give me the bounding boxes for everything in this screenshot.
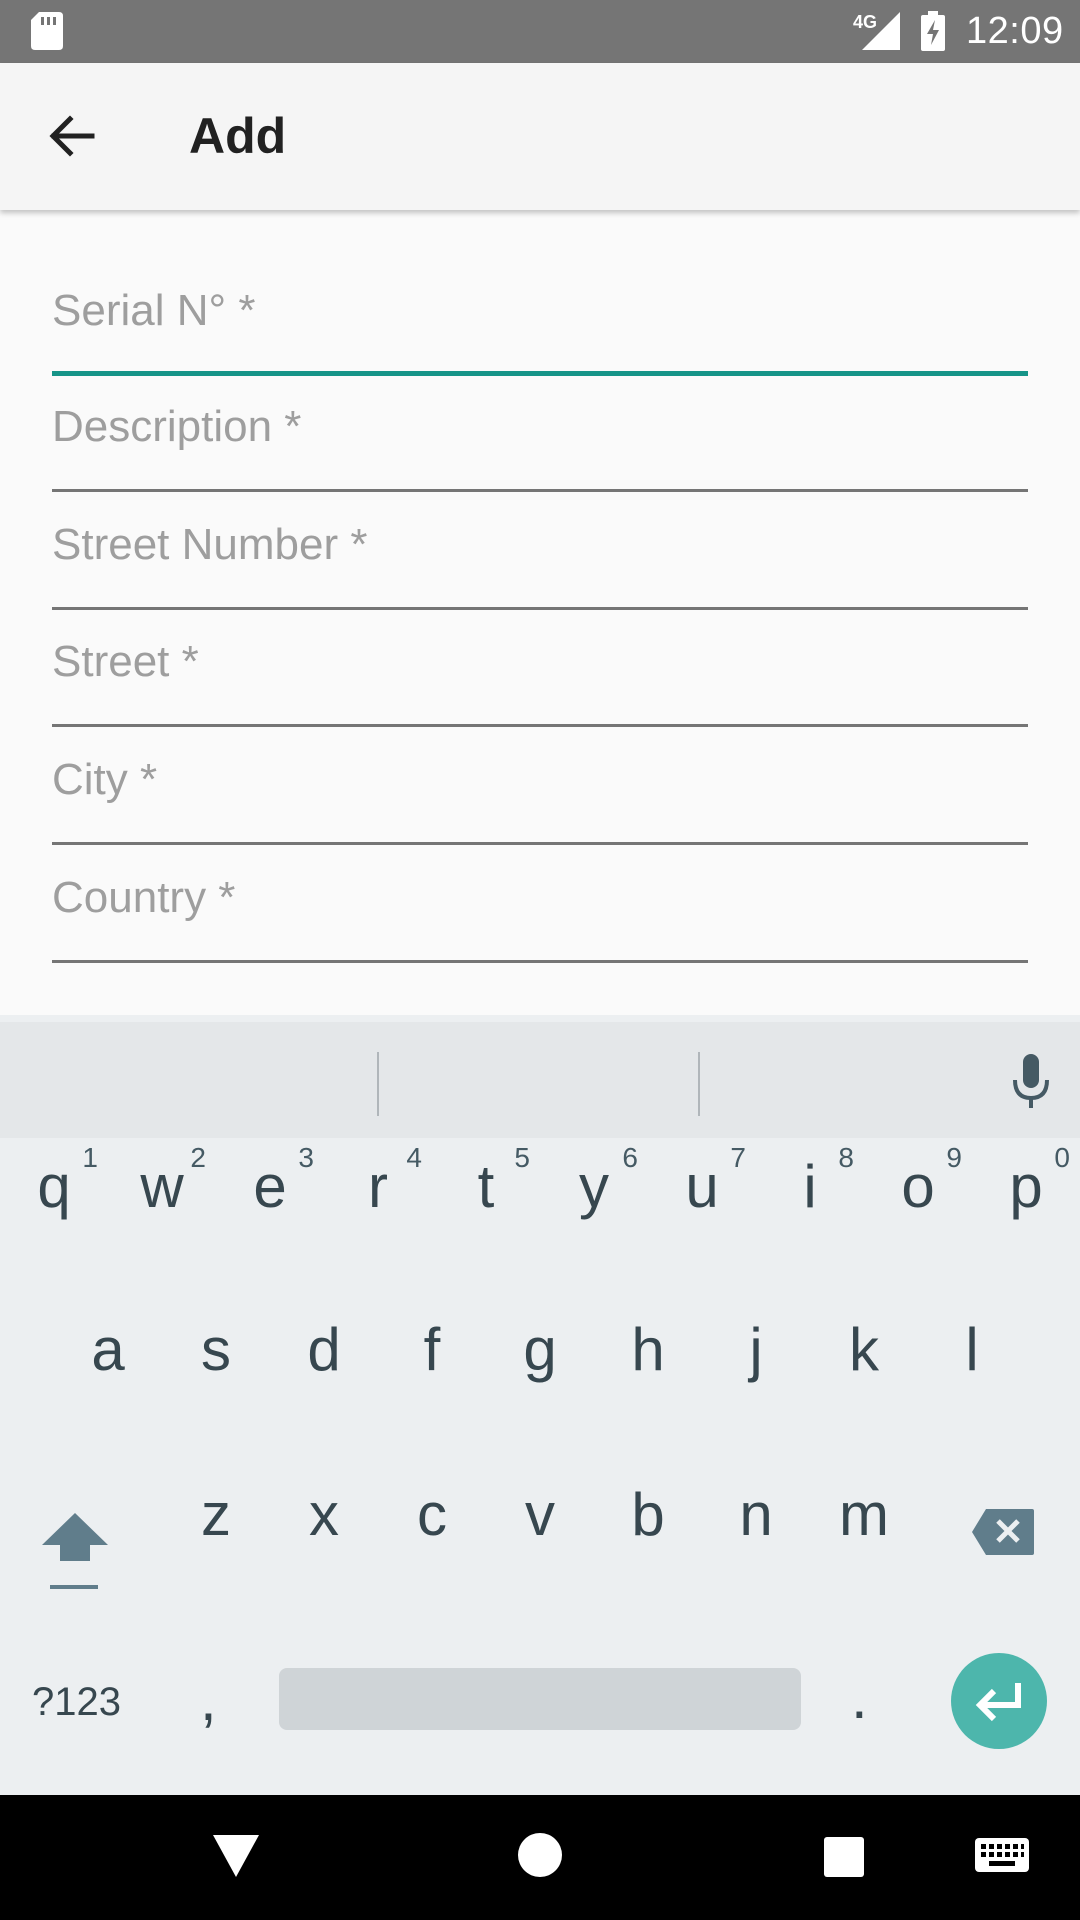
enter-icon bbox=[975, 1683, 1021, 1722]
key-t[interactable]: t5 bbox=[432, 1142, 540, 1262]
microphone-icon[interactable] bbox=[1011, 1054, 1051, 1110]
page-title: Add bbox=[189, 108, 287, 164]
key-hint: 0 bbox=[1054, 1142, 1070, 1173]
serial-number-field[interactable]: Serial N° * bbox=[52, 286, 1028, 376]
key-y[interactable]: y6 bbox=[540, 1142, 648, 1262]
key-p[interactable]: p0 bbox=[972, 1142, 1080, 1262]
key-q[interactable]: q1 bbox=[0, 1142, 108, 1262]
key-hint: 4 bbox=[406, 1142, 422, 1173]
street-number-placeholder: Street Number * bbox=[52, 520, 368, 569]
suggestion-strip bbox=[0, 1022, 1080, 1138]
suggestion-divider bbox=[377, 1052, 379, 1116]
key-s[interactable]: s bbox=[162, 1315, 270, 1425]
nav-recents-icon[interactable] bbox=[824, 1837, 864, 1877]
soft-keyboard: q1 w2 e3 r4 t5 y6 u7 i8 o9 p0 a s d f g … bbox=[0, 1015, 1080, 1795]
city-field[interactable]: City * bbox=[52, 755, 1028, 845]
key-hint: 6 bbox=[622, 1142, 638, 1173]
key-w[interactable]: w2 bbox=[108, 1142, 216, 1262]
arrow-back-icon[interactable] bbox=[44, 111, 104, 161]
key-g[interactable]: g bbox=[486, 1315, 594, 1425]
key-j[interactable]: j bbox=[702, 1315, 810, 1425]
key-h[interactable]: h bbox=[594, 1315, 702, 1425]
key-hint: 7 bbox=[730, 1142, 746, 1173]
key-x[interactable]: x bbox=[270, 1480, 378, 1590]
enter-button[interactable] bbox=[951, 1653, 1047, 1749]
backspace-icon[interactable] bbox=[970, 1507, 1036, 1557]
keyboard-icon[interactable] bbox=[975, 1838, 1029, 1876]
key-b[interactable]: b bbox=[594, 1480, 702, 1590]
key-hint: 3 bbox=[298, 1142, 314, 1173]
key-hint: 1 bbox=[82, 1142, 98, 1173]
street-field[interactable]: Street * bbox=[52, 637, 1028, 727]
field-underline bbox=[52, 960, 1028, 963]
street-number-field[interactable]: Street Number * bbox=[52, 520, 1028, 610]
field-underline bbox=[52, 724, 1028, 727]
key-n[interactable]: n bbox=[702, 1480, 810, 1590]
field-underline bbox=[52, 607, 1028, 610]
app-bar: Add bbox=[0, 63, 1080, 210]
key-hint: 9 bbox=[946, 1142, 962, 1173]
key-i[interactable]: i8 bbox=[756, 1142, 864, 1262]
key-f[interactable]: f bbox=[378, 1315, 486, 1425]
comma-key[interactable]: , bbox=[200, 1665, 217, 1734]
space-bar[interactable] bbox=[279, 1668, 801, 1730]
navigation-bar bbox=[0, 1795, 1080, 1920]
key-c[interactable]: c bbox=[378, 1480, 486, 1590]
key-o[interactable]: o9 bbox=[864, 1142, 972, 1262]
country-placeholder: Country * bbox=[52, 873, 236, 922]
shift-icon[interactable] bbox=[40, 1505, 110, 1595]
field-underline bbox=[52, 842, 1028, 845]
key-d[interactable]: d bbox=[270, 1315, 378, 1425]
clock: 12:09 bbox=[966, 10, 1064, 52]
key-hint: 5 bbox=[514, 1142, 530, 1173]
key-z[interactable]: z bbox=[162, 1480, 270, 1590]
street-placeholder: Street * bbox=[52, 637, 199, 686]
description-placeholder: Description * bbox=[52, 402, 302, 451]
city-placeholder: City * bbox=[52, 755, 158, 804]
add-form: Serial N° * Description * Street Number … bbox=[0, 210, 1080, 1015]
key-a[interactable]: a bbox=[54, 1315, 162, 1425]
key-u[interactable]: u7 bbox=[648, 1142, 756, 1262]
key-hint: 2 bbox=[190, 1142, 206, 1173]
key-e[interactable]: e3 bbox=[216, 1142, 324, 1262]
key-m[interactable]: m bbox=[810, 1480, 918, 1590]
serial-number-placeholder: Serial N° * bbox=[52, 286, 256, 335]
symbols-key[interactable]: ?123 bbox=[32, 1680, 121, 1725]
key-r[interactable]: r4 bbox=[324, 1142, 432, 1262]
signal-icon bbox=[862, 12, 900, 50]
sd-card-icon bbox=[31, 12, 63, 50]
key-hint: 8 bbox=[838, 1142, 854, 1173]
suggestion-divider bbox=[698, 1052, 700, 1116]
key-v[interactable]: v bbox=[486, 1480, 594, 1590]
battery-charging-icon bbox=[921, 11, 945, 51]
key-l[interactable]: l bbox=[918, 1315, 1026, 1425]
field-underline bbox=[52, 489, 1028, 492]
status-bar: 4G 12:09 bbox=[0, 0, 1080, 63]
nav-home-icon[interactable] bbox=[518, 1833, 562, 1877]
key-k[interactable]: k bbox=[810, 1315, 918, 1425]
description-field[interactable]: Description * bbox=[52, 402, 1028, 492]
nav-back-icon[interactable] bbox=[213, 1835, 259, 1877]
period-key[interactable]: . bbox=[851, 1663, 868, 1732]
field-underline bbox=[52, 371, 1028, 376]
country-field[interactable]: Country * bbox=[52, 873, 1028, 963]
